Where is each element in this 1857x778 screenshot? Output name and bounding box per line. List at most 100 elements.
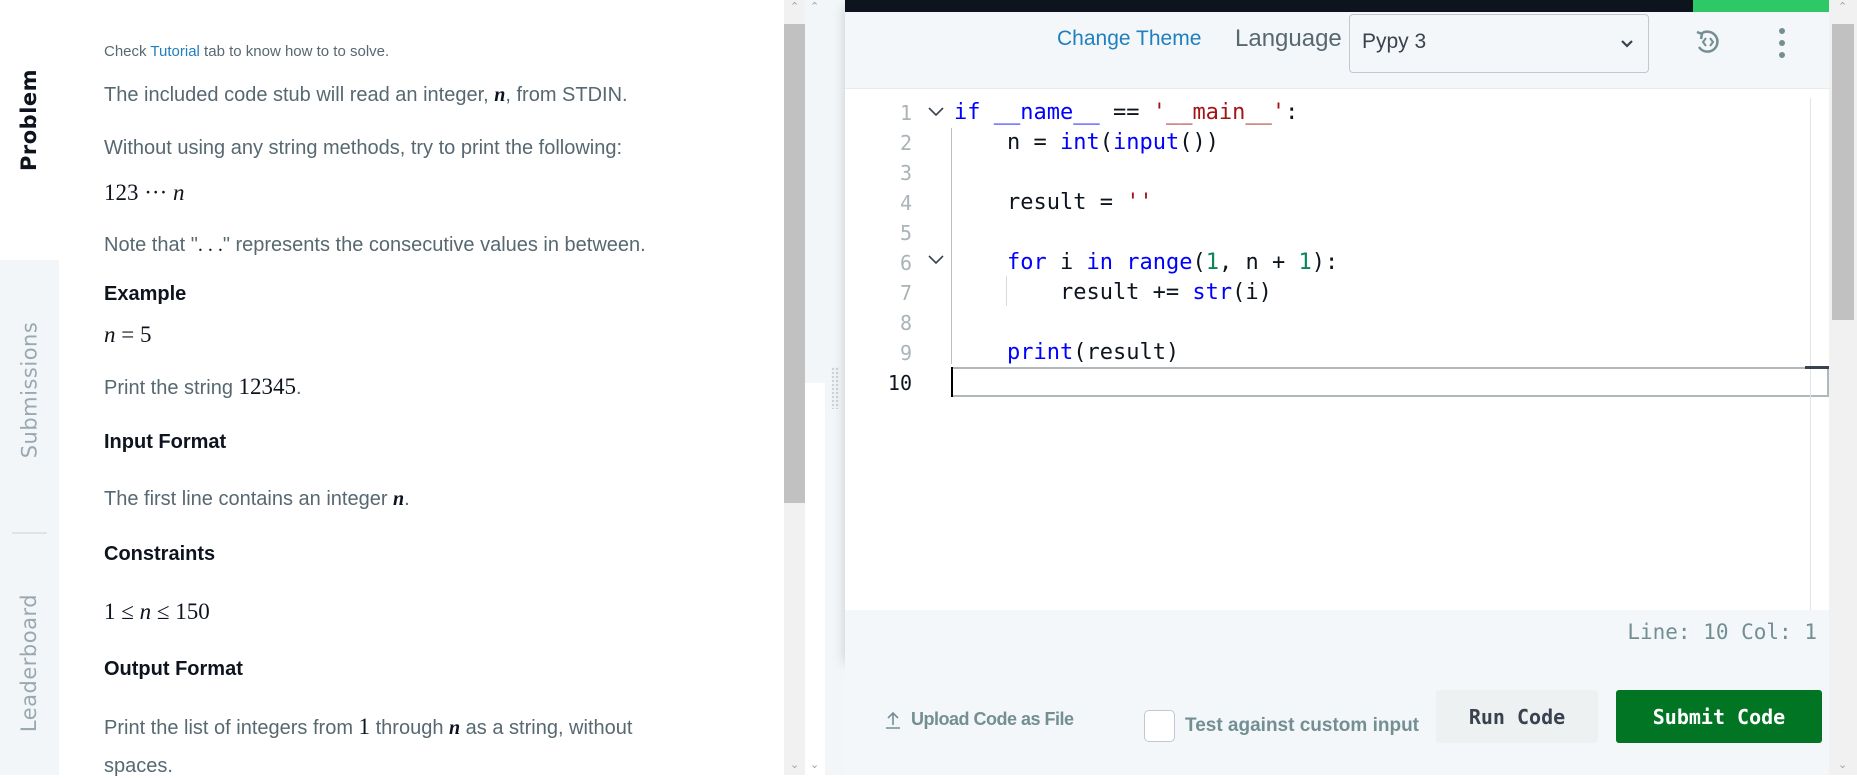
scroll-down-icon[interactable]: ⌄ (810, 758, 819, 771)
tab-leaderboard[interactable]: Leaderboard (0, 560, 59, 765)
editor-toolbar: Change Theme Language Pypy 3 (845, 12, 1829, 89)
custom-input-label[interactable]: Test against custom input (1185, 715, 1419, 737)
code-token: print (1006, 340, 1074, 365)
tutorial-hint: Check Tutorial tab to know how to to sol… (104, 43, 390, 60)
top-bar-accent (1693, 0, 1829, 12)
line-number: 6 (899, 251, 912, 275)
example-value: n = 5 (104, 322, 152, 347)
code-line[interactable]: n = int(input()) (954, 128, 1219, 158)
gutter-panel (805, 383, 825, 775)
chevron-down-icon (1621, 40, 1633, 48)
example-heading: Example (104, 283, 187, 305)
submit-code-button[interactable]: Submit Code (1616, 690, 1822, 743)
upload-code-button[interactable]: Upload Code as File (885, 709, 1074, 730)
code-token: ): (1311, 250, 1339, 275)
status-bar: Line: 10 Col: 1 (845, 610, 1829, 657)
code-token: ()) (1179, 130, 1219, 155)
code-line[interactable]: result += str(i) (954, 278, 1272, 308)
paragraph: Print the list of integers from 1 throug… (104, 714, 633, 739)
code-token: __name__ (993, 100, 1100, 125)
paragraph: Note that ". . ." represents the consecu… (104, 234, 646, 256)
code-line[interactable]: for i in range(1, n + 1): (954, 248, 1338, 278)
tab-divider (12, 532, 47, 534)
code-line[interactable]: result = '' (954, 188, 1153, 218)
code-token: : (1285, 100, 1299, 125)
code-token: (result) (1073, 340, 1180, 365)
code-token: 1 (1205, 250, 1219, 275)
text-cursor (951, 367, 953, 397)
fold-chevron-icon[interactable] (927, 254, 945, 266)
line-number: 10 (887, 371, 912, 395)
editor-scrollbar-track[interactable] (1810, 98, 1811, 610)
fold-chevron-icon[interactable] (927, 106, 945, 118)
tutorial-link[interactable]: Tutorial (150, 43, 199, 60)
code-token: result += (954, 280, 1193, 305)
code-line[interactable]: if __name__ == '__main__': (954, 98, 1298, 128)
constraints-heading: Constraints (104, 543, 216, 565)
scroll-down-icon[interactable]: ⌄ (1838, 758, 1847, 771)
change-theme-link[interactable]: Change Theme (1057, 27, 1201, 51)
more-options-icon[interactable] (1777, 26, 1787, 60)
page-scrollbar-thumb[interactable] (1832, 24, 1854, 320)
scroll-up-icon[interactable]: ⌃ (1838, 0, 1847, 13)
action-bar: Upload Code as File Test against custom … (845, 657, 1829, 775)
code-token: '__main__' (1152, 100, 1286, 125)
custom-input-checkbox[interactable] (1144, 710, 1175, 742)
code-token: , n + (1218, 250, 1299, 275)
language-label: Language (1235, 25, 1342, 52)
code-token: i (1046, 250, 1087, 275)
paragraph: Without using any string methods, try to… (104, 137, 623, 159)
paragraph: The first line contains an integer n. (104, 488, 410, 510)
active-line (951, 367, 1829, 397)
tab-submissions[interactable]: Submissions (0, 290, 59, 490)
cursor-position: Line: 10 Col: 1 (1627, 620, 1817, 644)
scroll-down-icon[interactable]: ⌄ (790, 758, 799, 771)
code-token: 1 (1298, 250, 1312, 275)
code-line[interactable]: print(result) (954, 338, 1179, 368)
line-number: 5 (899, 221, 912, 245)
code-token: (i) (1232, 280, 1272, 305)
code-token: for (1006, 250, 1047, 275)
line-number: 3 (899, 161, 912, 185)
language-select[interactable]: Pypy 3 (1349, 14, 1649, 73)
code-token: str (1192, 280, 1233, 305)
upload-icon (886, 711, 900, 729)
line-number: 1 (899, 101, 912, 125)
line-number: 4 (899, 191, 912, 215)
paragraph: Print the string 12345. (104, 374, 302, 399)
tab-problem-label[interactable]: Problem (0, 20, 59, 220)
line-number: 9 (899, 341, 912, 365)
drag-handle[interactable] (831, 367, 839, 409)
line-number: 2 (899, 131, 912, 155)
formula: 123 ··· n (104, 180, 185, 205)
code-token: '' (1126, 190, 1153, 215)
line-number: 8 (899, 311, 912, 335)
output-format-heading: Output Format (104, 658, 243, 680)
indent-guide (951, 128, 952, 364)
run-code-button[interactable]: Run Code (1436, 690, 1598, 743)
code-token: input (1112, 130, 1180, 155)
code-token: range (1126, 250, 1193, 275)
paragraph: The included code stub will read an inte… (104, 84, 628, 106)
scroll-up-icon[interactable]: ⌃ (790, 0, 799, 13)
code-token: in (1086, 250, 1113, 275)
code-editor-panel: Change Theme Language Pypy 3 1 2 3 4 5 6 7 8 9 10… (845, 0, 1829, 657)
code-token: ( (1099, 130, 1113, 155)
top-bar (845, 0, 1829, 12)
restore-code-icon[interactable] (1693, 27, 1723, 57)
code-token: == (1099, 100, 1153, 125)
code-token: result = (954, 190, 1127, 215)
constraint: 1 ≤ n ≤ 150 (104, 599, 210, 624)
editor-scroll-marker (1805, 366, 1829, 369)
line-number: 7 (899, 281, 912, 305)
code-token: int (1059, 130, 1100, 155)
code-token: if (954, 100, 981, 125)
code-token: ( (1192, 250, 1206, 275)
code-token: n = (954, 130, 1060, 155)
scroll-up-icon[interactable]: ⌃ (810, 0, 819, 13)
problem-scrollbar-thumb[interactable] (784, 24, 805, 503)
